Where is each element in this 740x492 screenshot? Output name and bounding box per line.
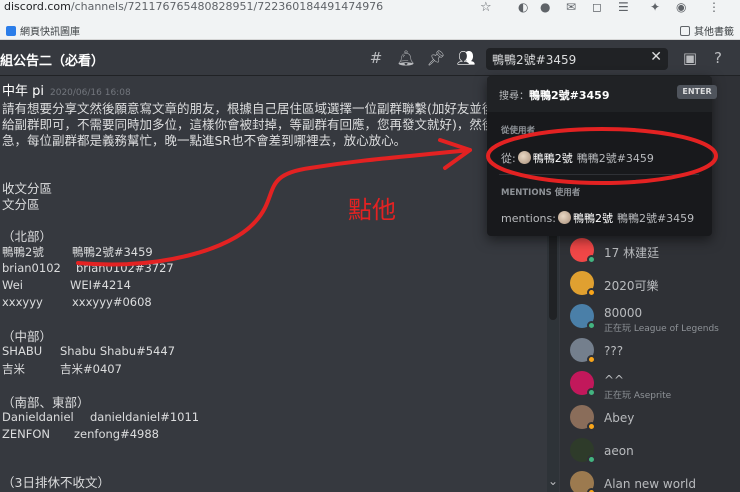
bookmark-star-icon[interactable]: ☆	[480, 0, 492, 15]
contact-row: xxxyyy xxxyyy#0608	[2, 295, 152, 309]
message-area: 中年 pi 2020/06/16 16:08 請有想要分享文然後願意寫文章的朋友，…	[0, 76, 560, 492]
status-online-icon	[587, 321, 596, 330]
contact-row: brian0102 brian0102#3727	[2, 261, 174, 275]
status-idle-icon	[587, 288, 596, 297]
threads-icon[interactable]: #	[366, 48, 386, 68]
clear-search-icon[interactable]: ✕	[650, 49, 662, 65]
member-name: 17 林建廷	[604, 246, 660, 260]
member-name: Alan new world	[604, 477, 696, 491]
search-popout: 搜尋：鴨鴨2號#3459 ENTER 從使用者 從: 鴨鴨2號 鴨鴨2號#3459 …	[487, 76, 717, 236]
status-online-icon	[587, 255, 596, 264]
member-name: Abey	[604, 411, 635, 425]
pin-icon[interactable]: 📌︎	[426, 48, 446, 68]
url-path: /channels/721176765480828951/72236018449…	[70, 0, 384, 13]
member-item[interactable]: 2020可樂	[570, 269, 740, 301]
bookmark-icon	[6, 26, 16, 36]
member-activity: 正在玩 League of Legends	[604, 324, 719, 334]
extensions-puzzle-icon[interactable]: ✦	[650, 0, 660, 14]
member-name: 80000	[604, 306, 643, 320]
bookmarks-bar: 網頁快訊圖庫 其他書籤	[0, 20, 740, 40]
from-user-option[interactable]: 從: 鴨鴨2號 鴨鴨2號#3459	[501, 150, 654, 166]
contact-row: 鴨鴨2號 鴨鴨2號#3459	[2, 245, 153, 259]
search-input[interactable]: 鴨鴨2號#3459 ✕	[486, 48, 668, 70]
browser-chrome: discord.com/channels/721176765480828951/…	[0, 0, 740, 40]
status-idle-icon	[587, 355, 596, 364]
member-item[interactable]: ???	[570, 336, 740, 368]
region-heading: （南部、東部）	[2, 395, 90, 410]
status-idle-icon	[587, 488, 596, 492]
bookmark-item[interactable]: 網頁快訊圖庫	[6, 23, 80, 38]
member-name: aeon	[604, 444, 634, 458]
profile-icon[interactable]: ◉	[676, 0, 686, 14]
from-user-section-title: 從使用者	[501, 126, 536, 136]
search-value: 鴨鴨2號#3459	[492, 53, 577, 67]
folder-icon	[680, 26, 690, 36]
url-domain: discord.com	[4, 0, 71, 13]
member-name: ???	[604, 344, 624, 358]
extension-icon-3[interactable]: ✉	[566, 0, 576, 14]
message-author[interactable]: 中年 pi 2020/06/16 16:08	[2, 80, 131, 99]
member-item[interactable]: aeon	[570, 436, 740, 468]
search-query-label: 搜尋：鴨鴨2號#3459	[499, 89, 610, 102]
channel-title: 組公告二（必看）	[0, 54, 105, 69]
help-icon[interactable]: ?	[708, 48, 728, 68]
address-bar[interactable]: discord.com/channels/721176765480828951/…	[0, 0, 505, 18]
member-item[interactable]: Alan new world	[570, 469, 740, 492]
annotation-text: 點他	[348, 196, 396, 224]
enter-key-hint: ENTER	[677, 85, 717, 99]
avatar	[517, 151, 531, 164]
extension-icon-4[interactable]: ◻	[592, 0, 602, 14]
message-line: （3日排休不收文）	[2, 475, 110, 490]
search-suggestion-row[interactable]: 搜尋：鴨鴨2號#3459 ENTER	[487, 76, 717, 112]
contact-row: 吉米 吉米#0407	[2, 362, 122, 376]
status-online-icon	[587, 388, 596, 397]
contact-row: Wei WEI#4214	[2, 278, 131, 292]
region-heading: （中部）	[2, 329, 53, 344]
inbox-icon[interactable]: ▣	[680, 48, 700, 68]
member-name: ^^	[604, 373, 625, 387]
message-line: 急，每位副群都是義務幫忙，晚一點進SR也不會差到哪裡去，放心放心。	[2, 133, 407, 148]
extension-icon-5[interactable]: ☰	[618, 0, 629, 14]
contact-row: ZENFON zenfong#4988	[2, 427, 159, 441]
extension-icon[interactable]: ◐	[518, 0, 528, 14]
member-item[interactable]: Abey	[570, 403, 740, 435]
message-line: 文分區	[2, 197, 40, 212]
member-item[interactable]: ^^ 正在玩 Aseprite	[570, 369, 740, 401]
divider	[499, 174, 699, 175]
menu-icon[interactable]: ⋮	[708, 0, 720, 14]
contact-row: Danieldaniel danieldaniel#1011	[2, 410, 200, 424]
mentions-section-title: MENTIONS 使用者	[501, 188, 581, 198]
mentions-user-option[interactable]: mentions: 鴨鴨2號 鴨鴨2號#3459	[501, 210, 694, 226]
extension-icon-2[interactable]: ●	[540, 0, 550, 14]
message-timestamp: 2020/06/16 16:08	[50, 88, 131, 98]
other-bookmarks[interactable]: 其他書籤	[680, 23, 734, 38]
chevron-down-icon[interactable]: ⌄	[548, 474, 558, 488]
status-idle-icon	[587, 422, 596, 431]
status-online-icon	[587, 455, 596, 464]
member-activity: 正在玩 Aseprite	[604, 391, 672, 401]
member-list-icon[interactable]: 👥︎	[456, 48, 476, 68]
member-item[interactable]: 17 林建廷	[570, 236, 740, 268]
contact-row: SHABU Shabu Shabu#5447	[2, 344, 176, 358]
avatar	[557, 211, 571, 224]
member-item[interactable]: 80000 正在玩 League of Legends	[570, 302, 740, 334]
region-heading: （北部）	[2, 229, 53, 244]
member-name: 2020可樂	[604, 279, 659, 293]
bell-icon[interactable]: 🔔︎	[396, 48, 416, 68]
